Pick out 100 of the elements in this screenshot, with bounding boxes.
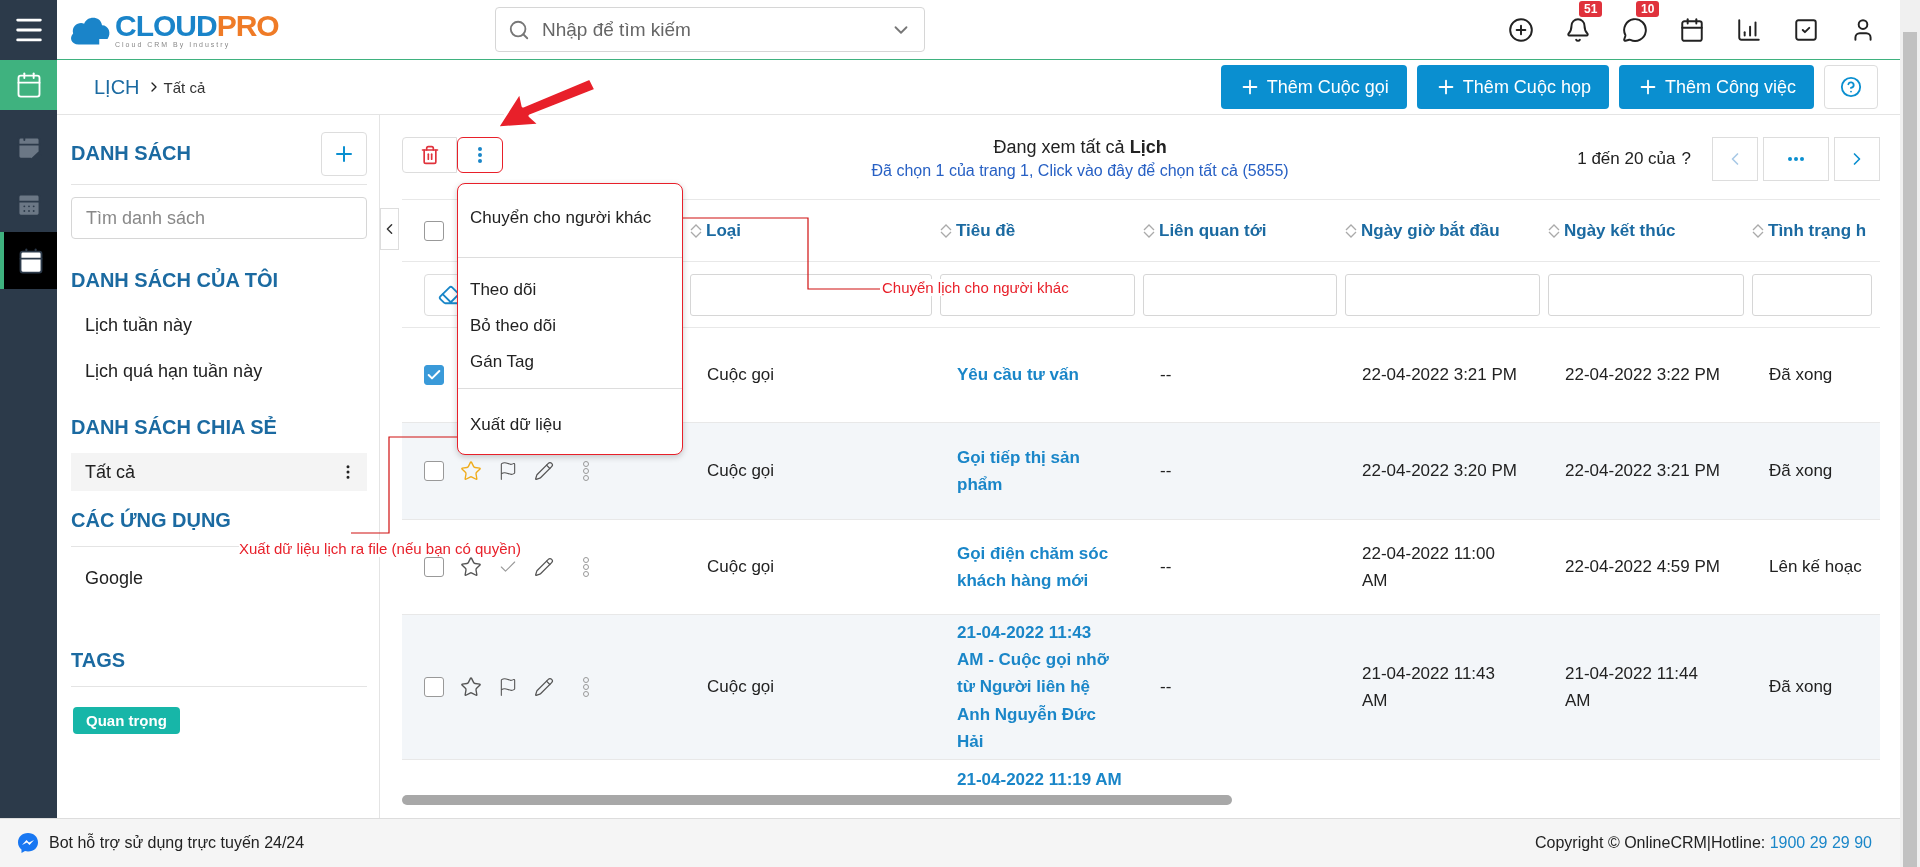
eraser-icon (438, 283, 460, 306)
calendar-icon (1679, 16, 1705, 43)
star-icon[interactable] (460, 556, 482, 578)
rail-item[interactable] (0, 232, 57, 289)
flag-icon[interactable] (498, 461, 518, 481)
filter-field[interactable] (1345, 273, 1540, 316)
sort-icon[interactable] (1548, 222, 1560, 239)
count-badge: 10 (1636, 0, 1660, 17)
menu-item[interactable]: Xuất dữ liệu (458, 403, 682, 446)
page-range: 1 đến 20 của (1577, 149, 1676, 169)
record-title-link[interactable]: 21-04-2022 11:43 AM - Cuộc gọi nhỡ từ Người liên hệ Anh Nguyễn Đức Hải (940, 619, 1143, 755)
filter-field[interactable] (1752, 273, 1872, 316)
trash-icon (419, 145, 440, 165)
logo-text: CLOUDPRO (115, 11, 279, 41)
table-cell-text: 22-04-2022 3:21 PM (1564, 460, 1721, 483)
collapse-sidebar-button[interactable] (380, 208, 399, 250)
section-heading: DANH SÁCH CỦA TÔI (71, 267, 280, 293)
row-checkbox[interactable] (424, 677, 444, 697)
hotline-link[interactable]: 1900 29 29 90 (1769, 834, 1872, 851)
record-title-link[interactable]: Yêu cầu tư vấn (940, 361, 1143, 389)
record-title-link[interactable]: 21-04-2022 11:19 AM (940, 766, 1143, 794)
table-cell-text: Cuộc gọi (706, 460, 776, 483)
filter-field[interactable] (1548, 273, 1744, 316)
more-actions-button[interactable] (457, 137, 503, 173)
flag-icon[interactable] (498, 677, 518, 697)
table-cell-text: Đã xong (1768, 676, 1834, 699)
add-list-button[interactable] (321, 131, 367, 176)
table-cell-text: -- (1159, 460, 1173, 483)
table-cell-text: 22-04-2022 4:59 PM (1564, 556, 1721, 579)
edit-icon[interactable] (534, 461, 554, 481)
section-heading: TAGS (71, 641, 367, 687)
menu-item[interactable]: Bỏ theo dõi (458, 308, 682, 344)
star-icon[interactable] (460, 676, 482, 698)
copyright-text: Copyright © OnlineCRM|Hotline: 1900 29 29 90 (1534, 834, 1872, 852)
record-title-link[interactable]: Gọi điện chăm sóc khách hàng mới (940, 539, 1143, 595)
table-cell-text: 21-04-2022 11:43 AM (1361, 662, 1496, 712)
column-header[interactable]: Ngày giờ bắt đầu (1345, 220, 1548, 241)
add-icon (1508, 16, 1534, 43)
column-header[interactable]: Ngày kết thúc (1548, 220, 1752, 241)
filter-field[interactable] (690, 273, 932, 316)
list-item[interactable]: Lịch quá hạn tuần này (71, 348, 367, 394)
sort-icon[interactable] (690, 222, 702, 239)
table-cell-text: Lên kế hoạc (1768, 556, 1863, 579)
horizontal-scrollbar[interactable] (402, 795, 1232, 805)
module-link[interactable]: LỊCH (94, 75, 140, 99)
row-checkbox[interactable] (424, 365, 444, 385)
record-title-link[interactable]: Gọi tiếp thị sản phẩm (940, 443, 1143, 499)
sort-icon[interactable] (940, 222, 952, 239)
add-record-button[interactable]: Thêm Cuộc gọi (1220, 65, 1407, 109)
bell-icon (1565, 16, 1591, 43)
column-header[interactable]: Tiêu đề (940, 220, 1143, 241)
filter-field[interactable] (1143, 273, 1337, 316)
sort-icon[interactable] (1143, 222, 1155, 239)
table-cell-text: Cuộc gọi (706, 364, 776, 387)
sort-icon[interactable] (1752, 222, 1764, 239)
table-cell-text: 22-04-2022 3:20 PM (1361, 460, 1518, 483)
chart-icon (1736, 16, 1762, 43)
list-search-field[interactable]: Tìm danh sách (71, 197, 367, 239)
edit-icon[interactable] (534, 557, 554, 577)
table-cell-text: Cuộc gọi (706, 676, 776, 699)
annotation-text: Chuyển lịch cho người khác (882, 279, 1069, 296)
section-heading: DANH SÁCH (71, 142, 191, 165)
total-count[interactable]: ? (1681, 149, 1691, 169)
menu-item[interactable]: Gán Tag (458, 344, 682, 380)
sort-icon[interactable] (1345, 222, 1357, 239)
delete-button[interactable] (402, 137, 457, 173)
table-cell-text: 22-04-2022 3:21 PM (1361, 364, 1518, 387)
search-box[interactable]: Nhập để tìm kiếm (495, 7, 925, 52)
select-all-link[interactable]: Đã chọn 1 của trang 1, Click vào đây để chọn tất cả (5855) (871, 162, 1289, 180)
edit-icon[interactable] (534, 677, 554, 697)
menu-item[interactable]: Theo dõi (458, 272, 682, 308)
help-button[interactable] (1824, 65, 1878, 109)
column-header[interactable]: Loại (690, 220, 940, 241)
list-item[interactable]: Lịch tuần này (71, 302, 367, 348)
column-header[interactable]: Liên quan tới (1143, 220, 1345, 241)
menu-item[interactable]: Chuyển cho người khác (458, 196, 682, 239)
chat-icon (1622, 16, 1648, 43)
list-item[interactable]: Tất cả (71, 453, 367, 491)
list-item[interactable]: Google (71, 555, 367, 601)
table-cell-text: Cuộc gọi (706, 556, 776, 579)
count-badge: 51 (1579, 0, 1603, 17)
table-cell-text: Đã xong (1768, 460, 1834, 483)
row-checkbox[interactable] (424, 461, 444, 481)
row-checkbox[interactable] (424, 557, 444, 577)
table-cell-text: -- (1159, 364, 1173, 387)
column-header[interactable]: Tình trạng h (1752, 220, 1880, 241)
section-heading: DANH SÁCH CHIA SẺ (71, 415, 278, 440)
chat-bot-text: Bot hỗ trợ sử dụng trực tuyến 24/24 (49, 834, 305, 852)
vertical-scrollbar[interactable] (1900, 0, 1920, 867)
breadcrumb-current: Tất cả (163, 78, 206, 96)
star-icon[interactable] (460, 460, 482, 482)
add-record-button[interactable]: Thêm Cuộc họp (1416, 65, 1609, 109)
add-record-button[interactable]: Thêm Công việc (1618, 65, 1814, 109)
messenger-icon[interactable] (17, 832, 39, 854)
table-cell-text: 21-04-2022 11:44 AM (1564, 662, 1699, 712)
search-icon (508, 18, 530, 41)
ellipsis-icon (1788, 157, 1804, 161)
help-icon (1840, 76, 1862, 98)
table-cell-text: 22-04-2022 3:22 PM (1564, 364, 1721, 387)
select-all-checkbox[interactable] (424, 220, 444, 241)
